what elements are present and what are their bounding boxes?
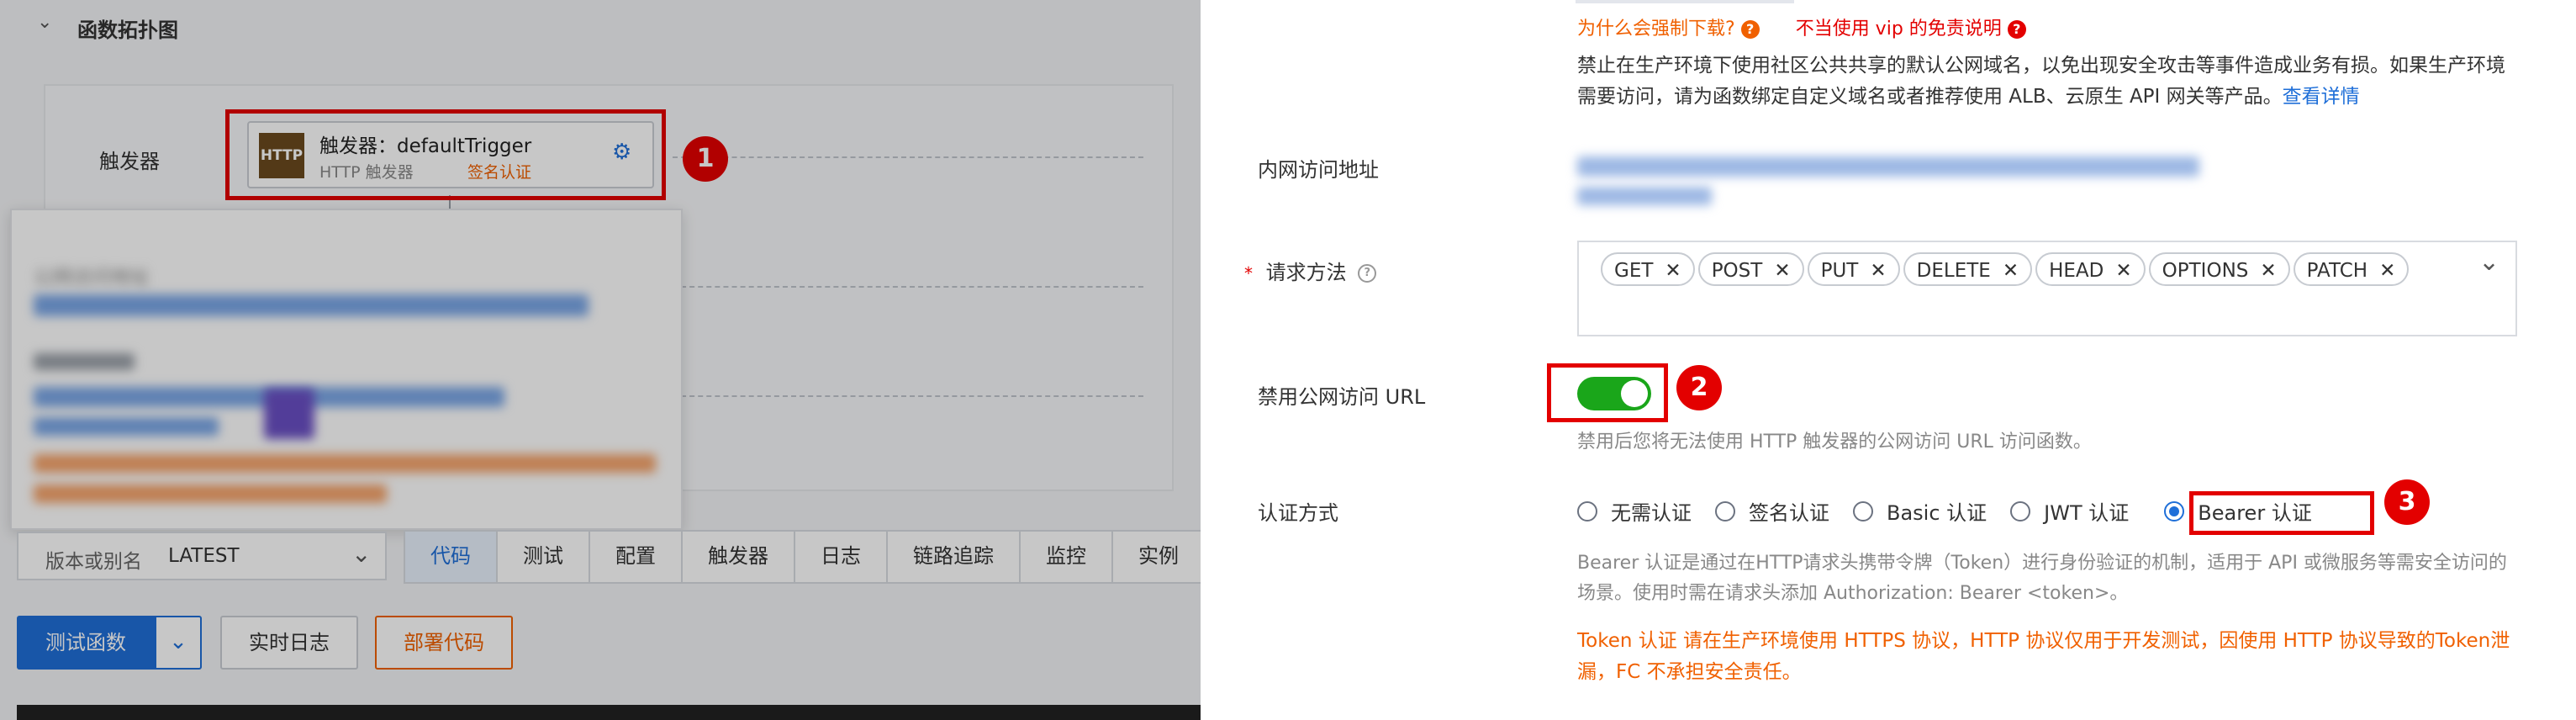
popover-title: 公网访问地址 (34, 267, 150, 289)
realtime-log-button[interactable]: 实时日志 (220, 616, 358, 670)
test-function-button[interactable]: 测试函数 (17, 616, 155, 670)
public-url-popover: 公网访问地址 (10, 209, 683, 530)
blurred-url (34, 294, 589, 316)
function-console-panel: ⌄ 函数拓扑图 触发器 HTTP 触发器：defaultTrigger HTTP… (0, 0, 1201, 720)
connector-line (673, 286, 1143, 288)
bearer-description: Bearer 认证是通过在HTTP请求头携带令牌（Token）进行身份验证的机制… (1577, 553, 2507, 604)
method-tag-options: OPTIONS ✕ (2148, 252, 2290, 286)
blurred-image (264, 389, 314, 439)
marker-1: 1 (683, 136, 728, 182)
trigger-config-drawer: 为什么会强制下载? ? 不当使用 vip 的免责说明 ? 禁止在生产环境下使用社… (1201, 0, 2576, 720)
method-tag-head: HEAD ✕ (2035, 252, 2146, 286)
close-icon[interactable]: ✕ (2115, 260, 2131, 282)
tab-code[interactable]: 代码 (405, 532, 498, 582)
method-tag-patch: PATCH ✕ (2293, 252, 2410, 286)
highlight-box-trigger (225, 109, 666, 200)
blurred-internal-url (1577, 156, 2199, 177)
tab-instances[interactable]: 实例 (1113, 532, 1201, 582)
request-method-label: * 请求方法 ? (1244, 256, 1377, 285)
vip-disclaimer-link[interactable]: 不当使用 vip 的免责说明 (1796, 19, 2002, 40)
close-icon[interactable]: ✕ (2260, 260, 2276, 282)
close-icon[interactable]: ✕ (1774, 260, 1790, 282)
blurred-internal-url (1577, 187, 1712, 205)
tab-monitoring[interactable]: 监控 (1021, 532, 1113, 582)
radio-circle-icon (1853, 500, 1873, 521)
radio-circle-icon (1715, 500, 1735, 521)
auth-method-label: 认证方式 (1258, 501, 1338, 525)
topology-section-title: 函数拓扑图 (77, 19, 178, 42)
trigger-row-label: 触发器 (99, 150, 160, 173)
radio-no-auth[interactable]: 无需认证 (1577, 496, 1692, 526)
disable-public-url-hint: 禁用后您将无法使用 HTTP 触发器的公网访问 URL 访问函数。 (1577, 431, 2092, 453)
request-method-select[interactable]: GET ✕ POST ✕ PUT ✕ DELETE ✕ HEAD ✕ OPTIONS ✕ PATCH ✕ … (1577, 241, 2517, 336)
chevron-down-icon[interactable]: ⌄ (155, 616, 202, 670)
warning-text: 禁止在生产环境下使用社区公共共享的默认公网域名，以免出现安全攻击等事件造成业务有… (1577, 55, 2505, 108)
radio-signature-auth[interactable]: 签名认证 (1715, 496, 1829, 526)
view-details-link[interactable]: 查看详情 (2283, 86, 2360, 108)
method-tag-put: PUT ✕ (1807, 252, 1900, 286)
download-note: 为什么会强制下载? ? 不当使用 vip 的免责说明 ? (1577, 13, 2026, 40)
tab-config[interactable]: 配置 (590, 532, 683, 582)
version-select[interactable]: 版本或别名 LATEST ⌄ (17, 532, 387, 580)
deploy-code-button[interactable]: 部署代码 (375, 616, 513, 670)
tab-test[interactable]: 测试 (498, 532, 590, 582)
close-icon[interactable]: ✕ (2003, 260, 2019, 282)
close-icon[interactable]: ✕ (1665, 260, 1681, 282)
method-tag-delete: DELETE ✕ (1903, 252, 2033, 286)
question-icon[interactable]: ? (1740, 20, 1760, 39)
connector-line (673, 395, 1143, 397)
editor-strip (17, 705, 1201, 720)
blurred-url (34, 417, 219, 436)
radio-circle-icon (1577, 500, 1597, 521)
question-icon[interactable]: ? (2007, 20, 2026, 39)
tab-triggers[interactable]: 触发器 (683, 532, 795, 582)
request-method-text: 请求方法 (1265, 261, 1347, 284)
tab-tracing[interactable]: 链路追踪 (888, 532, 1021, 582)
why-force-download-link[interactable]: 为什么会强制下载? (1577, 19, 1735, 40)
radio-jwt-auth[interactable]: JWT 认证 (2010, 496, 2129, 526)
blurred-warning (34, 454, 656, 473)
version-label: 版本或别名 (45, 551, 142, 573)
public-domain-warning: 禁止在生产环境下使用社区公共共享的默认公网域名，以免出现安全攻击等事件造成业务有… (1577, 50, 2519, 113)
radio-basic-auth[interactable]: Basic 认证 (1853, 496, 1987, 526)
marker-3: 3 (2384, 479, 2430, 525)
highlight-box-bearer (2189, 491, 2374, 535)
cut-off-text (1576, 0, 1794, 3)
radio-circle-icon (2010, 500, 2031, 521)
function-tabs: 代码 测试 配置 触发器 日志 链路追踪 监控 实例 (404, 530, 1201, 584)
marker-2: 2 (1676, 365, 1722, 410)
connector-line (673, 156, 1143, 158)
method-tag-get: GET ✕ (1601, 252, 1695, 286)
method-tag-post: POST ✕ (1697, 252, 1804, 286)
internal-url-label: 内网访问地址 (1258, 158, 1379, 182)
close-icon[interactable]: ✕ (1870, 260, 1886, 282)
blurred-warning (34, 484, 387, 503)
blurred-text (34, 353, 135, 370)
close-icon[interactable]: ✕ (2379, 260, 2395, 282)
tab-logs[interactable]: 日志 (795, 532, 888, 582)
chevron-down-icon: ⌄ (2478, 247, 2500, 277)
version-value: LATEST (168, 545, 240, 567)
radio-checked-icon (2164, 500, 2185, 521)
collapse-chevron-icon[interactable]: ⌄ (37, 12, 52, 33)
highlight-box-switch (1547, 363, 1668, 422)
chevron-down-icon: ⌄ (351, 540, 372, 568)
disable-public-url-label: 禁用公网访问 URL (1258, 385, 1426, 409)
help-icon[interactable]: ? (1358, 264, 1377, 283)
token-https-warning: Token 认证 请在生产环境使用 HTTPS 协议，HTTP 协议仅用于开发测… (1577, 630, 2510, 683)
